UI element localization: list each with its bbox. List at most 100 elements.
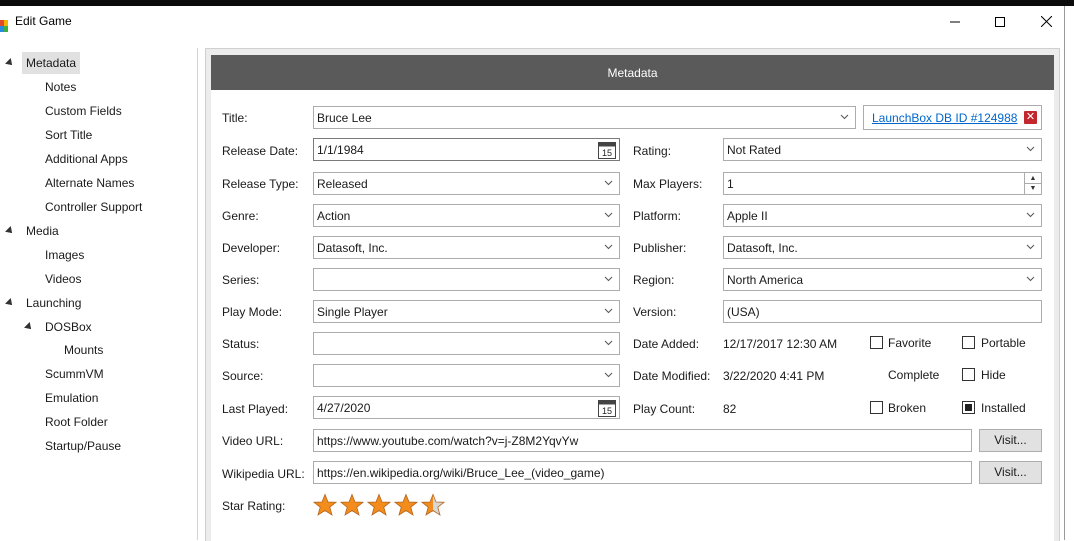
- wikipedia-url-label: Wikipedia URL:: [222, 467, 305, 481]
- rating-value: Not Rated: [727, 143, 782, 157]
- video-url-value: https://www.youtube.com/watch?v=j-Z8M2Yq…: [317, 434, 579, 448]
- expanded-arrow-icon[interactable]: [24, 322, 34, 332]
- developer-value: Datasoft, Inc.: [317, 241, 388, 255]
- visit-wikipedia-button[interactable]: Visit...: [979, 461, 1042, 484]
- tree-item-custom-fields[interactable]: Custom Fields: [45, 100, 122, 122]
- tree-item-images[interactable]: Images: [45, 244, 84, 266]
- remove-link-icon[interactable]: ✕: [1024, 111, 1037, 124]
- favorite-checkbox[interactable]: [870, 336, 883, 349]
- maximize-button[interactable]: [977, 6, 1023, 37]
- close-window-button[interactable]: [1023, 6, 1069, 37]
- rating-combobox[interactable]: Not Rated: [723, 138, 1042, 161]
- tree-item-launching[interactable]: Launching: [26, 292, 81, 314]
- series-combobox[interactable]: [313, 268, 620, 291]
- calendar-day: 15: [602, 148, 612, 158]
- tree-item-emulation[interactable]: Emulation: [45, 387, 98, 409]
- maximize-icon: [995, 16, 1005, 27]
- spin-down-icon[interactable]: ▼: [1025, 183, 1041, 193]
- tree-item-media[interactable]: Media: [26, 220, 59, 242]
- window-title: Edit Game: [15, 14, 72, 28]
- date-added-value: 12/17/2017 12:30 AM: [723, 337, 838, 351]
- publisher-label: Publisher:: [633, 241, 687, 255]
- tree-item-additional-apps[interactable]: Additional Apps: [45, 148, 128, 170]
- status-combobox[interactable]: [313, 332, 620, 355]
- hide-checkbox[interactable]: [962, 368, 975, 381]
- wikipedia-url-input[interactable]: https://en.wikipedia.org/wiki/Bruce_Lee_…: [313, 461, 972, 484]
- tree-item-root-folder[interactable]: Root Folder: [45, 411, 108, 433]
- installed-label: Installed: [981, 401, 1026, 415]
- last-played-value: 4/27/2020: [317, 401, 371, 415]
- video-url-label: Video URL:: [222, 434, 284, 448]
- publisher-combobox[interactable]: Datasoft, Inc.: [723, 236, 1042, 259]
- max-players-spinner: ▲ ▼: [1024, 173, 1041, 194]
- expanded-arrow-icon[interactable]: [5, 298, 15, 308]
- max-players-stepper[interactable]: 1 ▲ ▼: [723, 172, 1042, 195]
- play-mode-label: Play Mode:: [222, 305, 283, 319]
- chevron-down-icon: [604, 276, 613, 282]
- star-icon[interactable]: [340, 493, 364, 517]
- favorite-label: Favorite: [888, 336, 932, 350]
- broken-checkbox[interactable]: [870, 401, 883, 414]
- play-mode-value: Single Player: [317, 305, 388, 319]
- star-icon[interactable]: [394, 493, 418, 517]
- star-icon[interactable]: [421, 493, 445, 517]
- tree-item-controller-support[interactable]: Controller Support: [45, 196, 142, 218]
- launchbox-db-link[interactable]: LaunchBox DB ID #124988: [872, 111, 1017, 125]
- play-count-label: Play Count:: [633, 402, 696, 416]
- tree-item-sort-title[interactable]: Sort Title: [45, 124, 92, 146]
- release-date-picker[interactable]: 1/1/1984 15: [313, 138, 620, 161]
- complete-label: Complete: [888, 368, 940, 382]
- launchbox-id-box: LaunchBox DB ID #124988 ✕: [863, 105, 1042, 130]
- source-combobox[interactable]: [313, 364, 620, 387]
- minimize-icon: [950, 21, 960, 22]
- last-played-picker[interactable]: 4/27/2020 15: [313, 396, 620, 419]
- developer-combobox[interactable]: Datasoft, Inc.: [313, 236, 620, 259]
- platform-value: Apple II: [727, 209, 768, 223]
- calendar-icon[interactable]: 15: [598, 399, 616, 417]
- chevron-down-icon: [1026, 212, 1035, 218]
- chevron-down-icon: [840, 114, 849, 120]
- visit-video-button[interactable]: Visit...: [979, 429, 1042, 452]
- tree-item-dosbox[interactable]: DOSBox: [45, 316, 92, 338]
- title-combobox[interactable]: Bruce Lee: [313, 106, 856, 129]
- tree-item-startup-pause[interactable]: Startup/Pause: [45, 435, 121, 457]
- tree-item-videos[interactable]: Videos: [45, 268, 81, 290]
- release-type-label: Release Type:: [222, 177, 299, 191]
- calendar-icon[interactable]: 15: [598, 141, 616, 159]
- chevron-down-icon: [604, 308, 613, 314]
- version-label: Version:: [633, 305, 677, 319]
- window-titlebar[interactable]: Edit Game: [0, 6, 1064, 37]
- tree-item-scummvm[interactable]: ScummVM: [45, 363, 104, 385]
- region-combobox[interactable]: North America: [723, 268, 1042, 291]
- tree-item-mounts[interactable]: Mounts: [64, 339, 103, 361]
- source-label: Source:: [222, 369, 264, 383]
- launchbox-app-icon: [0, 20, 8, 32]
- release-type-combobox[interactable]: Released: [313, 172, 620, 195]
- video-url-input[interactable]: https://www.youtube.com/watch?v=j-Z8M2Yq…: [313, 429, 972, 452]
- chevron-down-icon: [604, 180, 613, 186]
- tree-item-metadata[interactable]: Metadata: [22, 52, 81, 74]
- genre-value: Action: [317, 209, 351, 223]
- tree-item-alternate-names[interactable]: Alternate Names: [45, 172, 134, 194]
- tree-item-notes[interactable]: Notes: [45, 76, 76, 98]
- portable-checkbox[interactable]: [962, 336, 975, 349]
- genre-combobox[interactable]: Action: [313, 204, 620, 227]
- title-label: Title:: [222, 111, 248, 125]
- genre-label: Genre:: [222, 209, 259, 223]
- platform-combobox[interactable]: Apple II: [723, 204, 1042, 227]
- star-icon[interactable]: [367, 493, 391, 517]
- date-modified-label: Date Modified:: [633, 369, 711, 383]
- rating-label: Rating:: [633, 144, 672, 158]
- expanded-arrow-icon[interactable]: [5, 58, 15, 68]
- star-rating[interactable]: [313, 493, 445, 517]
- play-mode-combobox[interactable]: Single Player: [313, 300, 620, 323]
- expanded-arrow-icon[interactable]: [5, 226, 15, 236]
- close-icon: [1040, 16, 1052, 27]
- minimize-button[interactable]: [932, 6, 978, 37]
- installed-checkbox[interactable]: [962, 401, 975, 414]
- series-label: Series:: [222, 273, 260, 287]
- broken-label: Broken: [888, 401, 927, 415]
- hide-label: Hide: [981, 368, 1006, 382]
- version-input[interactable]: (USA): [723, 300, 1042, 323]
- star-icon[interactable]: [313, 493, 337, 517]
